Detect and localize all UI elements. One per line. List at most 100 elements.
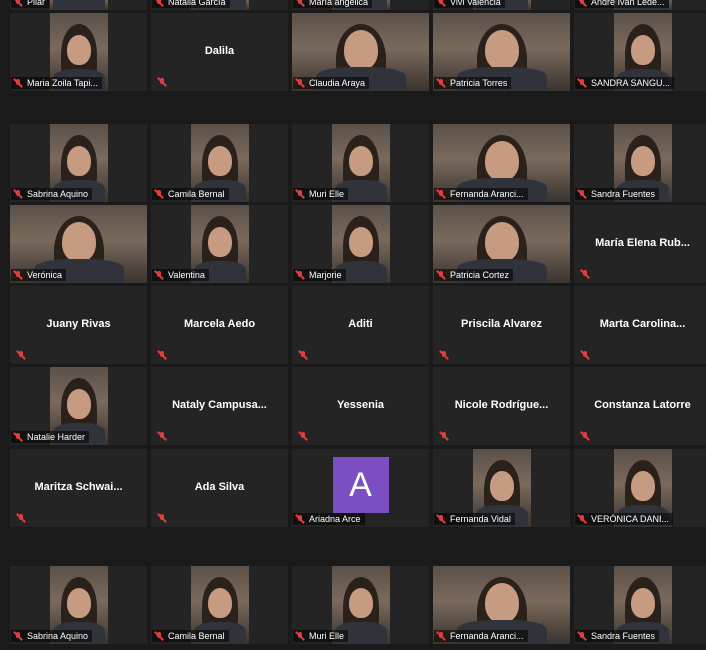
muted-mic-icon xyxy=(295,78,305,88)
participant-tile[interactable]: Nicole Rodrígue... xyxy=(433,367,570,445)
participant-tile[interactable]: Sandra Fuentes xyxy=(574,566,706,644)
participant-name: Marjorie xyxy=(309,270,342,280)
participant-tile[interactable]: Valentina xyxy=(151,205,288,283)
muted-mic-icon xyxy=(157,350,167,360)
muted-mic-icon xyxy=(13,78,23,88)
muted-mic-icon xyxy=(295,631,305,641)
participant-tile[interactable]: Maria Zoila Tapi... xyxy=(10,13,147,91)
participant-tile[interactable]: Dalila xyxy=(151,13,288,91)
participant-tile[interactable]: Fernanda Vidal xyxy=(433,449,570,527)
participant-name: Nicole Rodrígue... xyxy=(454,398,549,411)
participant-tile[interactable]: Maritza Schwai... xyxy=(10,449,147,527)
participant-name-label: Pilar xyxy=(11,0,50,8)
participant-tile[interactable]: Juany Rivas xyxy=(10,286,147,364)
participant-name-label: Vivi Valencia xyxy=(434,0,505,8)
participant-name: Sandra Fuentes xyxy=(591,189,656,199)
participant-name: Andre Ivan Lede... xyxy=(591,0,665,7)
participant-name: Camila Bernal xyxy=(168,189,225,199)
participant-name: Fernanda Vidal xyxy=(450,514,511,524)
participant-tile[interactable]: Aditi xyxy=(292,286,429,364)
participant-tile[interactable]: Ada Silva xyxy=(151,449,288,527)
participant-tile[interactable]: Patricia Cortez xyxy=(433,205,570,283)
participant-name-label: Natalia García xyxy=(152,0,230,8)
participant-tile[interactable]: Natalie Harder xyxy=(10,367,147,445)
participant-name: Patricia Torres xyxy=(450,78,508,88)
participant-tile[interactable]: Sabrina Aquino xyxy=(10,566,147,644)
muted-mic-icon xyxy=(295,514,305,524)
participant-name-label: Patricia Cortez xyxy=(434,269,514,281)
participant-name-label: Muri Elle xyxy=(293,188,349,200)
participant-tile[interactable]: Nataly Campusa... xyxy=(151,367,288,445)
participant-tile[interactable]: María Elena Rub... xyxy=(574,205,706,283)
participant-tile[interactable]: Camila Bernal xyxy=(151,566,288,644)
participant-tile[interactable]: Sabrina Aquino xyxy=(10,124,147,202)
participant-tile[interactable]: Muri Elle xyxy=(292,124,429,202)
participant-tile[interactable]: Natalia García xyxy=(151,0,288,10)
participant-name: Priscila Alvarez xyxy=(461,317,542,330)
participant-name-label: VERÓNICA DANI... xyxy=(575,513,674,525)
muted-mic-icon xyxy=(436,514,446,524)
participant-name-label: Camila Bernal xyxy=(152,630,229,642)
participant-name: María Elena Rub... xyxy=(595,236,690,249)
participant-name: Natalie Harder xyxy=(27,432,86,442)
participant-tile[interactable]: A Ariadna Arce xyxy=(292,449,429,527)
muted-mic-icon xyxy=(16,350,26,360)
participant-tile[interactable]: Verónica xyxy=(10,205,147,283)
participant-tile[interactable]: SANDRA SANGU... xyxy=(574,13,706,91)
muted-mic-icon xyxy=(577,514,587,524)
participant-name: Muri Elle xyxy=(309,189,345,199)
participant-name: Nataly Campusa... xyxy=(172,398,267,411)
participant-name: Aditi xyxy=(348,317,373,330)
participant-avatar: A xyxy=(332,457,389,513)
participant-tile[interactable]: Patricia Torres xyxy=(433,13,570,91)
participant-name-label: Patricia Torres xyxy=(434,77,512,89)
participant-name: Vivi Valencia xyxy=(450,0,501,7)
muted-mic-icon xyxy=(436,0,446,7)
participant-name: Fernanda Aranci... xyxy=(450,631,524,641)
participant-tile[interactable]: Camila Bernal xyxy=(151,124,288,202)
muted-mic-icon xyxy=(157,513,167,523)
participant-name-label: Sandra Fuentes xyxy=(575,188,660,200)
muted-mic-icon xyxy=(580,431,590,441)
participant-tile[interactable]: Marcela Aedo xyxy=(151,286,288,364)
participant-tile[interactable]: Priscila Alvarez xyxy=(433,286,570,364)
participant-tile[interactable]: Andre Ivan Lede... xyxy=(574,0,706,10)
participant-tile[interactable]: Constanza Latorre xyxy=(574,367,706,445)
muted-mic-icon xyxy=(298,350,308,360)
participant-name-label: SANDRA SANGU... xyxy=(575,77,675,89)
participant-name: VERÓNICA DANI... xyxy=(591,514,670,524)
muted-mic-icon xyxy=(580,269,590,279)
participant-tile[interactable]: Sandra Fuentes xyxy=(574,124,706,202)
participant-tile[interactable]: Pilar xyxy=(10,0,147,10)
participant-name-label: Sandra Fuentes xyxy=(575,630,660,642)
participant-tile[interactable]: Claudia Araya xyxy=(292,13,429,91)
participant-name: Sandra Fuentes xyxy=(591,631,656,641)
muted-mic-icon xyxy=(577,78,587,88)
participant-name: SANDRA SANGU... xyxy=(591,78,671,88)
muted-mic-icon xyxy=(154,0,164,7)
participant-tile[interactable]: Marjorie xyxy=(292,205,429,283)
muted-mic-icon xyxy=(295,270,305,280)
participant-tile[interactable]: Fernanda Aranci... xyxy=(433,124,570,202)
muted-mic-icon xyxy=(295,189,305,199)
participant-name: Muri Elle xyxy=(309,631,345,641)
participant-name-label: Marjorie xyxy=(293,269,346,281)
participant-name: Verónica xyxy=(27,270,63,280)
participant-name: Fernanda Aranci... xyxy=(450,189,524,199)
participant-name: Natalia García xyxy=(168,0,226,7)
muted-mic-icon xyxy=(13,432,23,442)
muted-mic-icon xyxy=(16,513,26,523)
participant-tile[interactable]: Vivi Valencia xyxy=(433,0,570,10)
participant-tile[interactable]: Yessenia xyxy=(292,367,429,445)
participant-name: María angélica xyxy=(309,0,369,7)
participant-tile[interactable]: Fernanda Aranci... xyxy=(433,566,570,644)
participant-tile[interactable]: María angélica xyxy=(292,0,429,10)
participant-name: Constanza Latorre xyxy=(594,398,691,411)
participant-name: Ariadna Arce xyxy=(309,514,361,524)
participant-tile[interactable]: Muri Elle xyxy=(292,566,429,644)
participant-tile[interactable]: VERÓNICA DANI... xyxy=(574,449,706,527)
muted-mic-icon xyxy=(13,631,23,641)
participant-name: Valentina xyxy=(168,270,205,280)
participant-name: Patricia Cortez xyxy=(450,270,510,280)
participant-tile[interactable]: Marta Carolina... xyxy=(574,286,706,364)
